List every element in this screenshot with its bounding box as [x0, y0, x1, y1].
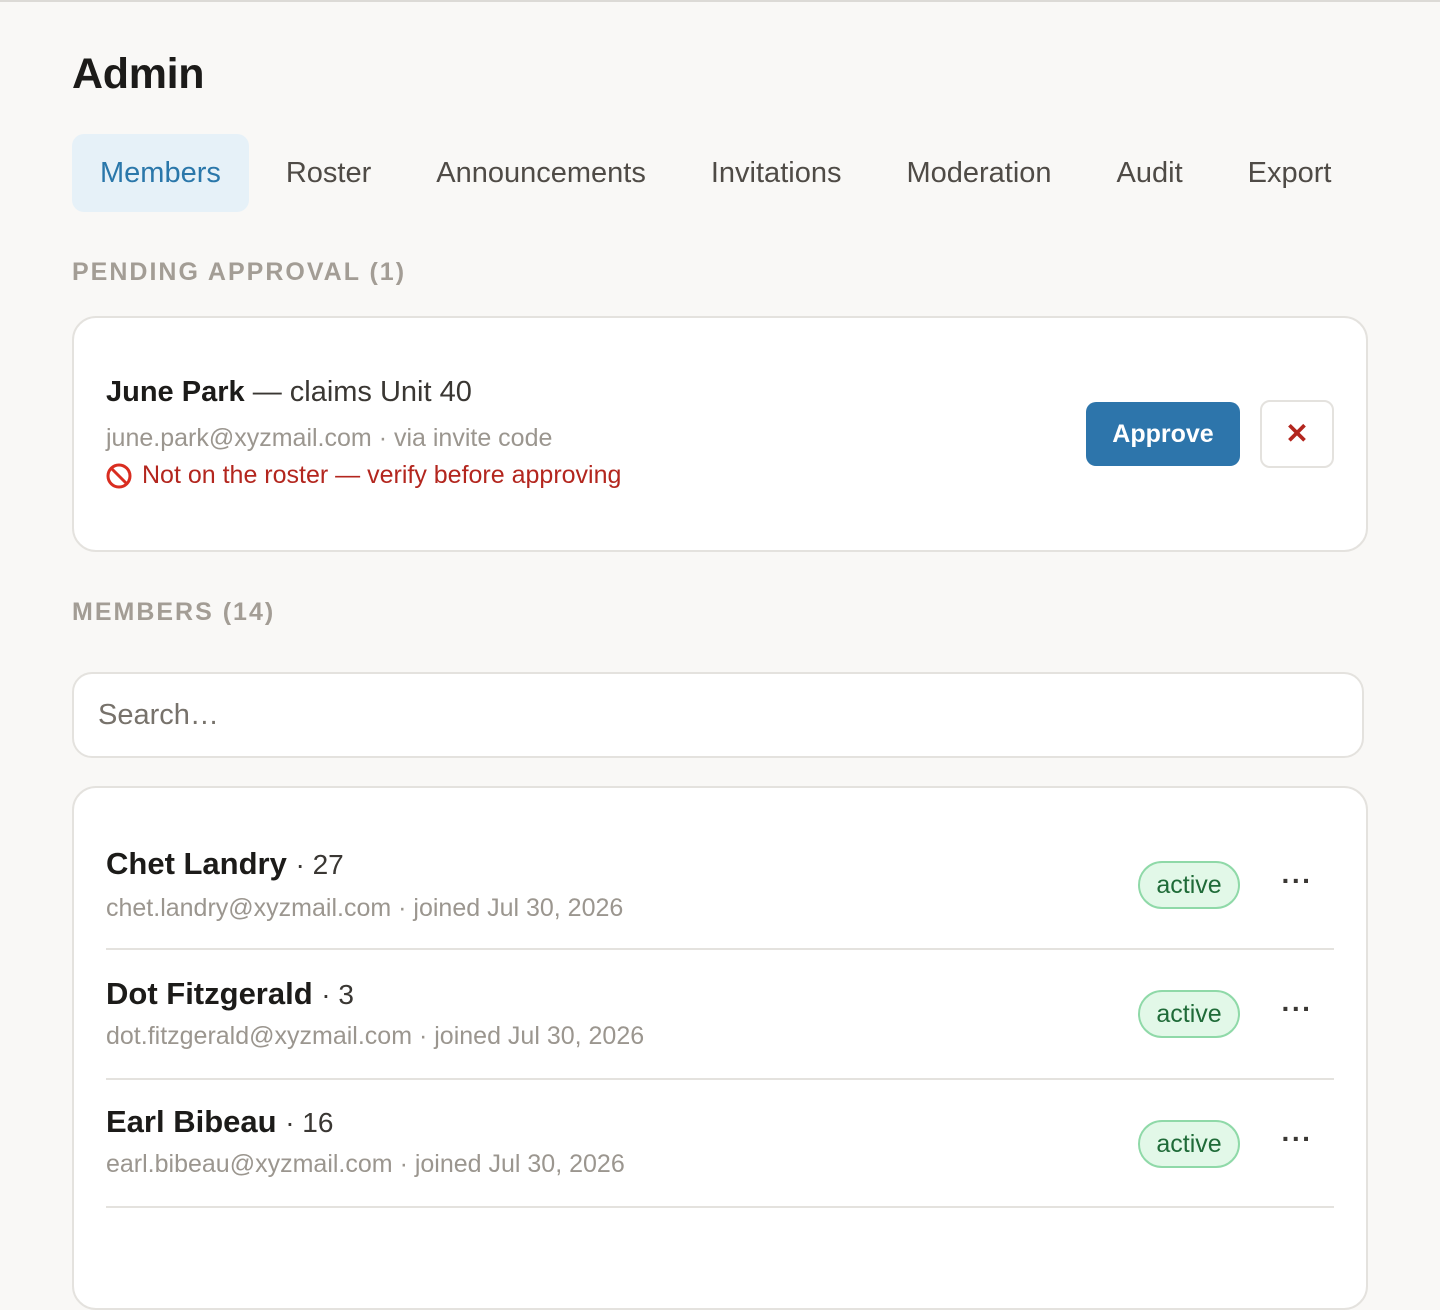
pending-source: · via invite code [378, 424, 553, 452]
member-name-line: Earl Bibeau · 16 [106, 1104, 333, 1140]
tab-roster[interactable]: Roster [258, 134, 399, 212]
member-name-line: Chet Landry · 27 [106, 846, 344, 882]
members-section-heading: MEMBERS (14) [72, 598, 276, 626]
pending-name-line: June Park — claims Unit 40 [106, 376, 472, 409]
member-email: dot.fitzgerald@xyzmail.com [106, 1022, 413, 1050]
member-joined: · joined Jul 30, 2026 [418, 1022, 645, 1050]
member-name: Dot Fitzgerald [106, 976, 313, 1011]
more-options-button[interactable]: ··· [1274, 1124, 1320, 1164]
member-row: Chet Landry · 27 chet.landry@xyzmail.com… [106, 820, 1334, 950]
tab-audit[interactable]: Audit [1089, 134, 1211, 212]
member-unit: · 3 [321, 979, 354, 1010]
pending-email: june.park@xyzmail.com [106, 424, 372, 452]
member-name: Chet Landry [106, 846, 287, 881]
pending-request-card: June Park — claims Unit 40 june.park@xyz… [72, 316, 1368, 552]
top-divider [0, 0, 1440, 2]
member-joined: · joined Jul 30, 2026 [398, 894, 624, 922]
member-search-input[interactable] [72, 672, 1364, 758]
status-badge: active [1138, 990, 1240, 1038]
admin-tabs: Members Roster Announcements Invitations… [72, 134, 1368, 212]
tab-members[interactable]: Members [72, 134, 249, 212]
more-options-button[interactable]: ··· [1274, 994, 1320, 1034]
pending-unit-claim: — claims Unit 40 [252, 376, 472, 408]
member-meta: dot.fitzgerald@xyzmail.com · joined Jul … [106, 1022, 644, 1051]
tab-announcements[interactable]: Announcements [408, 134, 674, 212]
member-row: Dot Fitzgerald · 3 dot.fitzgerald@xyzmai… [106, 950, 1334, 1080]
status-badge: active [1138, 1120, 1240, 1168]
tab-export[interactable]: Export [1220, 134, 1360, 212]
more-options-button[interactable]: ··· [1274, 866, 1320, 906]
pending-meta: june.park@xyzmail.com · via invite code [106, 424, 552, 453]
tab-moderation[interactable]: Moderation [878, 134, 1079, 212]
pending-section-heading: PENDING APPROVAL (1) [72, 258, 407, 286]
member-meta: chet.landry@xyzmail.com · joined Jul 30,… [106, 894, 623, 923]
tab-invitations[interactable]: Invitations [683, 134, 870, 212]
roster-warning-text: Not on the roster — verify before approv… [142, 461, 622, 489]
member-meta: earl.bibeau@xyzmail.com · joined Jul 30,… [106, 1150, 625, 1179]
member-unit: · 16 [285, 1107, 334, 1138]
member-unit: · 27 [295, 849, 344, 880]
status-badge: active [1138, 861, 1240, 909]
member-row: Earl Bibeau · 16 earl.bibeau@xyzmail.com… [106, 1078, 1334, 1208]
roster-warning: Not on the roster — verify before approv… [106, 461, 621, 490]
member-joined: · joined Jul 30, 2026 [399, 1150, 625, 1178]
approve-button[interactable]: Approve [1086, 402, 1240, 466]
close-icon: ✕ [1285, 418, 1309, 449]
member-email: earl.bibeau@xyzmail.com [106, 1150, 393, 1178]
no-entry-icon [106, 463, 132, 488]
page-title: Admin [72, 50, 205, 98]
pending-member-name: June Park [106, 376, 245, 408]
members-list-card: Chet Landry · 27 chet.landry@xyzmail.com… [72, 786, 1368, 1310]
reject-button[interactable]: ✕ [1260, 400, 1334, 468]
member-email: chet.landry@xyzmail.com [106, 894, 392, 922]
member-name-line: Dot Fitzgerald · 3 [106, 976, 354, 1012]
member-name: Earl Bibeau [106, 1104, 277, 1139]
